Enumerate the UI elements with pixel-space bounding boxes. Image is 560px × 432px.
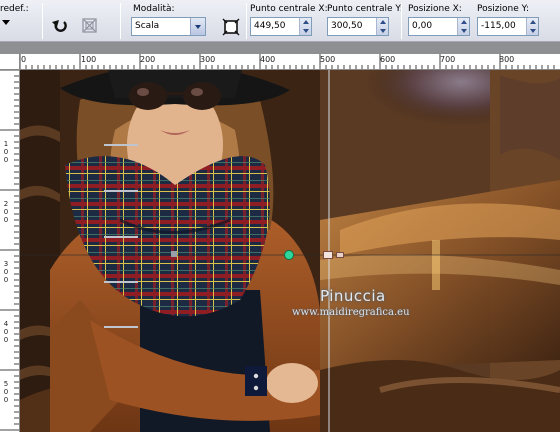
tool-options-bar: redef.: Modalità: Scala Punto centrale X… (0, 0, 560, 42)
mode-select-value: Scala (135, 21, 160, 31)
remove-deformation-icon[interactable] (80, 16, 100, 36)
ruler-ticks (0, 70, 19, 431)
center-x-value: 449,50 (254, 21, 286, 31)
mode-label: Modalità: (133, 4, 175, 14)
image-canvas[interactable]: Pinuccia www.maidiregrafica.eu (20, 70, 560, 432)
center-x-label: Punto centrale X: (250, 4, 328, 14)
watermark-name: Pinuccia (320, 287, 386, 305)
rotation-handle[interactable] (284, 250, 294, 260)
toolbar-separator (120, 3, 121, 39)
mode-select[interactable]: Scala (131, 17, 206, 36)
watermark-url: www.maidiregrafica.eu (292, 307, 410, 318)
center-y-input[interactable]: 300,50 (327, 17, 389, 36)
position-y-spinner[interactable] (526, 18, 538, 35)
position-x-spinner[interactable] (457, 18, 469, 35)
ruler-horizontal: 0 100 200 300 400 500 600 700 800 (0, 54, 560, 70)
reset-arrow-icon[interactable] (50, 16, 70, 36)
ruler-ticks (19, 54, 555, 69)
ruler-corner (0, 54, 20, 70)
center-y-label: Punto centrale Y: (327, 4, 403, 14)
center-x-spinner[interactable] (299, 18, 311, 35)
chevron-down-icon[interactable] (190, 18, 205, 35)
side-handle[interactable] (336, 252, 344, 258)
toolbar-separator (401, 3, 402, 39)
position-x-input[interactable]: 0,00 (408, 17, 470, 36)
center-y-spinner[interactable] (376, 18, 388, 35)
position-x-value: 0,00 (412, 21, 433, 31)
preset-label: redef.: (0, 4, 29, 14)
toolbar-separator (42, 3, 43, 39)
position-x-label: Posizione X: (408, 4, 462, 14)
position-y-value: -115,00 (481, 21, 516, 31)
preset-dropdown-arrow[interactable] (2, 20, 10, 29)
position-y-input[interactable]: -115,00 (477, 17, 539, 36)
center-handle[interactable] (323, 251, 333, 259)
toolbar-separator (246, 3, 247, 39)
center-x-input[interactable]: 449,50 (250, 17, 312, 36)
center-y-value: 300,50 (331, 21, 363, 31)
fit-center-icon[interactable] (221, 17, 241, 37)
position-y-label: Posizione Y: (477, 4, 529, 14)
ruler-vertical: 1 0 0 2 0 0 3 0 0 4 0 0 5 0 0 (0, 70, 20, 432)
